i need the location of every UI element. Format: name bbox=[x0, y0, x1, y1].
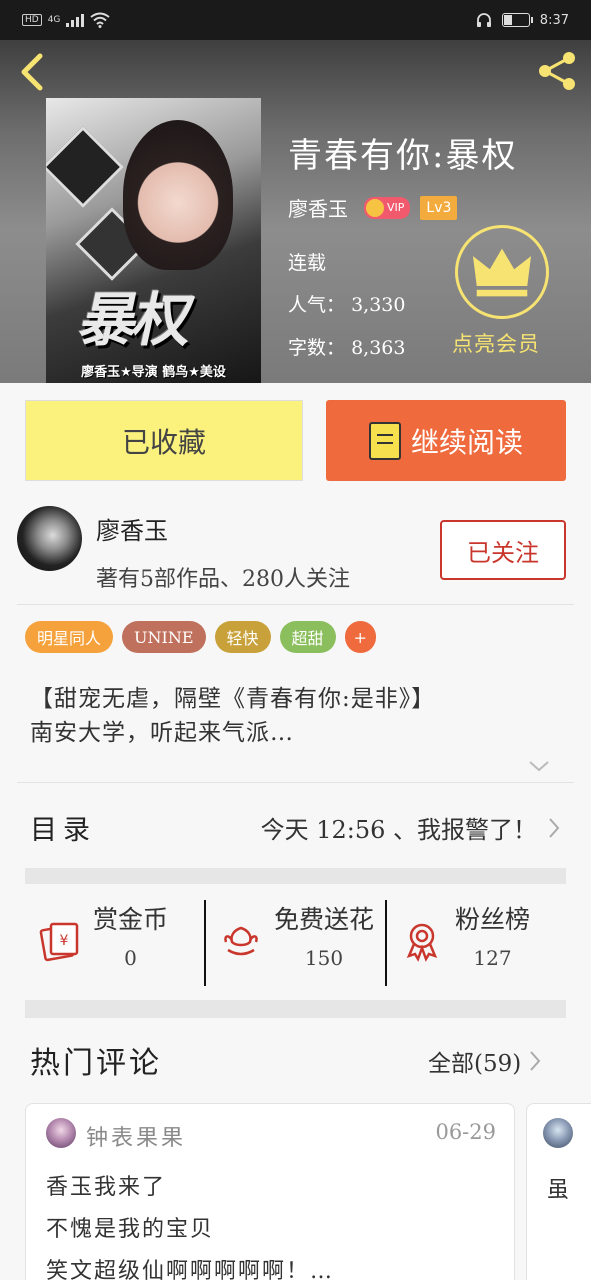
add-tag-button[interactable]: + bbox=[344, 621, 376, 653]
book-status: 连载 bbox=[288, 252, 327, 274]
comment-card[interactable]: 虽 bbox=[526, 1103, 591, 1280]
comment-card[interactable]: 钟表果果 06-29 香玉我来了 不愧是我的宝贝 笑文超级仙啊啊啊啊啊！… bbox=[25, 1103, 515, 1280]
status-bar: HD 4G 8:37 bbox=[0, 0, 591, 40]
book-title: 青春有你:暴权 bbox=[288, 136, 518, 176]
chevron-down-icon[interactable] bbox=[528, 758, 550, 774]
flower-icon bbox=[224, 926, 258, 956]
vip-badge: VIP bbox=[364, 196, 411, 219]
wifi-icon bbox=[90, 12, 111, 28]
chevron-right-icon bbox=[549, 817, 560, 838]
medal-icon bbox=[406, 923, 438, 962]
member-label[interactable]: 点亮会员 bbox=[452, 328, 540, 358]
tag-list: 明星同人 UNINE 轻快 超甜 + bbox=[25, 621, 376, 653]
level-badge: Lv3 bbox=[420, 195, 458, 220]
clock: 8:37 bbox=[539, 12, 569, 28]
reward-coins-button[interactable]: ¥ 赏金币 0 bbox=[25, 900, 204, 986]
continue-reading-label: 继续阅读 bbox=[410, 425, 523, 459]
author-avatar[interactable] bbox=[17, 506, 82, 571]
share-icon[interactable] bbox=[535, 48, 581, 94]
network-label: 4G bbox=[47, 15, 61, 25]
cover-title: 暴权 bbox=[73, 286, 197, 354]
toc-label: 目录 bbox=[30, 815, 96, 846]
action-count: 0 bbox=[124, 946, 137, 970]
action-count: 127 bbox=[473, 946, 512, 970]
comment-date: 06-29 bbox=[435, 1120, 496, 1144]
hd-indicator: HD bbox=[22, 14, 42, 26]
back-icon[interactable] bbox=[14, 50, 54, 94]
send-flower-button[interactable]: 免费送花 150 bbox=[204, 900, 385, 986]
crown-icon[interactable] bbox=[455, 225, 549, 319]
table-of-contents-row[interactable]: 目录 今天 12:56 、我报警了！ bbox=[0, 790, 591, 865]
signal-icon bbox=[66, 13, 85, 27]
fan-ranking-button[interactable]: 粉丝榜 127 bbox=[385, 900, 566, 986]
action-label: 赏金币 bbox=[93, 905, 169, 934]
hot-comments-title: 热门评论 bbox=[30, 1046, 162, 1081]
chevron-right-icon bbox=[530, 1051, 541, 1071]
action-label: 免费送花 bbox=[274, 905, 375, 934]
latest-chapter[interactable]: 今天 12:56 、我报警了！ bbox=[261, 810, 537, 845]
svg-text:¥: ¥ bbox=[60, 933, 69, 949]
crown-icon bbox=[366, 198, 384, 217]
action-count: 150 bbox=[304, 946, 344, 970]
comment-text: 香玉我来了 不愧是我的宝贝 笑文超级仙啊啊啊啊啊！… bbox=[46, 1175, 335, 1280]
section-divider bbox=[25, 868, 566, 884]
battery-icon bbox=[501, 13, 533, 27]
word-count-value: 8,363 bbox=[351, 337, 406, 359]
book-icon bbox=[368, 421, 401, 460]
book-cover[interactable]: 暴权 廖香玉★导演 鹤鸟★美设 bbox=[46, 98, 261, 383]
section-divider bbox=[25, 1000, 566, 1018]
author-name[interactable]: 廖香玉 bbox=[96, 511, 168, 546]
cover-diamond bbox=[46, 125, 125, 209]
cover-credits: 廖香玉★导演 鹤鸟★美设 bbox=[81, 365, 226, 380]
book-author-row: 廖香玉 VIP Lv3 bbox=[288, 193, 458, 222]
divider bbox=[17, 604, 574, 605]
follow-button[interactable]: 已关注 bbox=[440, 520, 566, 580]
commenter-name[interactable]: 钟表果果 bbox=[86, 1120, 186, 1152]
coin-envelope-icon: ¥ bbox=[39, 922, 79, 962]
tag[interactable]: 轻快 bbox=[214, 621, 271, 653]
tag[interactable]: UNINE bbox=[122, 621, 206, 653]
book-header: HD 4G 8:37 暴权 廖香玉★导演 鹤鸟★美设 青春有你:暴权 廖香玉 V… bbox=[0, 0, 591, 383]
book-author[interactable]: 廖香玉 bbox=[288, 193, 348, 222]
author-stats: 著有5部作品、280人关注 bbox=[96, 567, 350, 592]
headphone-icon bbox=[476, 13, 491, 27]
popularity-row: 人气： 3,330 bbox=[288, 294, 406, 316]
comment-text: 虽 bbox=[547, 1178, 570, 1203]
word-count-row: 字数： 8,363 bbox=[288, 337, 406, 359]
action-label: 粉丝榜 bbox=[455, 905, 531, 934]
popularity-value: 3,330 bbox=[351, 294, 406, 316]
action-bar: ¥ 赏金币 0 免费送花 150 粉丝榜 127 bbox=[25, 900, 566, 986]
cover-portrait bbox=[123, 120, 233, 270]
commenter-avatar[interactable] bbox=[543, 1118, 573, 1148]
tag[interactable]: 明星同人 bbox=[25, 621, 114, 653]
divider bbox=[17, 782, 574, 783]
collected-button[interactable]: 已收藏 bbox=[25, 400, 303, 481]
tag[interactable]: 超甜 bbox=[279, 621, 336, 653]
all-comments-link[interactable]: 全部(59) bbox=[428, 1044, 541, 1078]
commenter-avatar[interactable] bbox=[46, 1118, 76, 1148]
continue-reading-button[interactable]: 继续阅读 bbox=[326, 400, 566, 481]
book-description: 【甜宠无虐，隔壁《青春有你:是非》】 南安大学，听起来气派… bbox=[30, 686, 436, 746]
